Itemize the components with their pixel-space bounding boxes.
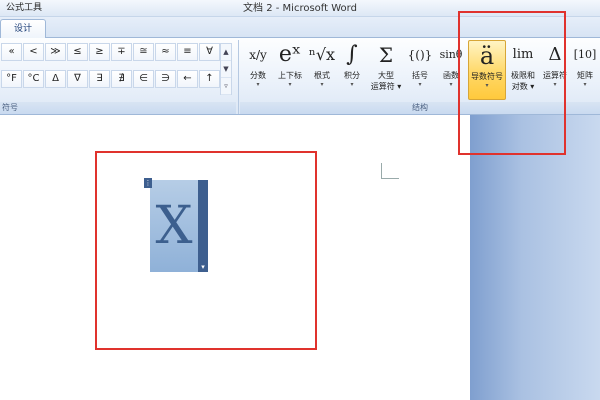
radical-icon: ⁿ√x bbox=[308, 45, 336, 64]
symbol-button[interactable]: ≫ bbox=[45, 43, 66, 61]
matrix-icon: [10] bbox=[573, 48, 597, 61]
margin-corner-mark bbox=[381, 163, 399, 179]
bracket-button[interactable]: {()} 括号 ▾ bbox=[406, 40, 434, 100]
superscript-icon: eˣ bbox=[278, 42, 302, 67]
symbol-button[interactable]: °F bbox=[1, 70, 22, 88]
symbol-button[interactable]: ∄ bbox=[111, 70, 132, 88]
tab-design[interactable]: 设计 bbox=[0, 19, 46, 39]
symbol-button[interactable]: ∀ bbox=[199, 43, 220, 61]
document-background bbox=[470, 115, 600, 400]
symbol-button[interactable]: « bbox=[1, 43, 22, 61]
fraction-button[interactable]: x/y 分数 ▾ bbox=[244, 40, 272, 100]
highlight-box-accent bbox=[458, 11, 566, 155]
highlight-box-equation bbox=[95, 151, 317, 350]
symbol-button[interactable]: ≈ bbox=[155, 43, 176, 61]
scroll-down-icon[interactable]: ▼ bbox=[221, 61, 231, 78]
script-button[interactable]: eˣ 上下标 ▾ bbox=[274, 40, 306, 100]
symbol-button[interactable]: ≤ bbox=[67, 43, 88, 61]
radical-button[interactable]: ⁿ√x 根式 ▾ bbox=[308, 40, 336, 100]
symbol-button[interactable]: °C bbox=[23, 70, 44, 88]
chevron-down-icon: ▾ bbox=[288, 81, 292, 88]
gallery-scrollbar[interactable]: ▲ ▼ ▿ bbox=[220, 43, 232, 95]
bracket-icon: {()} bbox=[407, 48, 433, 62]
chevron-down-icon: ▾ bbox=[418, 81, 422, 88]
symbol-button[interactable]: ≡ bbox=[177, 43, 198, 61]
integral-button[interactable]: ∫ 积分 ▾ bbox=[338, 40, 366, 100]
chevron-down-icon: ▾ bbox=[583, 81, 587, 88]
chevron-down-icon: ▾ bbox=[256, 81, 260, 88]
large-operator-button[interactable]: Σ 大型 运算符 ▾ bbox=[368, 40, 404, 100]
symbols-group-label: 符号 bbox=[0, 102, 236, 114]
symbol-button[interactable]: ∇ bbox=[67, 70, 88, 88]
symbol-button[interactable]: ← bbox=[177, 70, 198, 88]
integral-icon: ∫ bbox=[346, 42, 358, 67]
chevron-down-icon: ▾ bbox=[320, 81, 324, 88]
symbol-button[interactable]: ∓ bbox=[111, 43, 132, 61]
symbol-button[interactable]: ≅ bbox=[133, 43, 154, 61]
symbol-button[interactable]: < bbox=[23, 43, 44, 61]
chevron-down-icon: ▾ bbox=[350, 81, 354, 88]
scroll-up-icon[interactable]: ▲ bbox=[221, 44, 231, 61]
symbol-button[interactable]: ∈ bbox=[133, 70, 154, 88]
symbol-button[interactable]: ≥ bbox=[89, 43, 110, 61]
symbol-button[interactable]: ∃ bbox=[89, 70, 110, 88]
matrix-button[interactable]: [10] 矩阵 ▾ bbox=[572, 40, 598, 100]
gallery-expand-icon[interactable]: ▿ bbox=[221, 78, 231, 95]
sigma-icon: Σ bbox=[378, 43, 394, 67]
symbol-button[interactable]: ∋ bbox=[155, 70, 176, 88]
fraction-icon: x/y bbox=[249, 48, 267, 62]
symbol-button[interactable]: Δ bbox=[45, 70, 66, 88]
symbol-button[interactable]: ↑ bbox=[199, 70, 220, 88]
group-separator bbox=[238, 40, 239, 114]
